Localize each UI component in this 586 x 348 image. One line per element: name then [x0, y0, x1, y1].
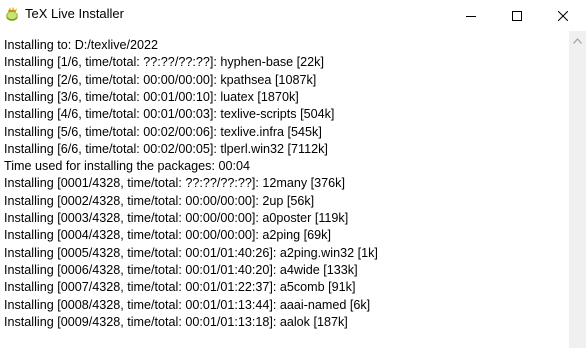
log-line: Installing [0007/4328, time/total: 00:01…: [4, 280, 356, 295]
install-log[interactable]: Installing to: D:/texlive/2022 Installin…: [0, 36, 569, 348]
minimize-icon: [466, 11, 476, 21]
log-line: Time used for installing the packages: 0…: [4, 159, 250, 174]
log-line: Installing [0008/4328, time/total: 00:01…: [4, 297, 371, 312]
minimize-button[interactable]: [448, 0, 494, 31]
scroll-up-arrow-icon: [573, 31, 582, 49]
log-line: Installing [0001/4328, time/total: ??:??…: [4, 176, 345, 191]
log-line: Installing [1/6, time/total: ??:??/??:??…: [4, 55, 324, 70]
log-line: Installing [4/6, time/total: 00:01/00:03…: [4, 107, 335, 122]
log-line: Installing [0002/4328, time/total: 00:00…: [4, 193, 315, 208]
log-line: Installing [0005/4328, time/total: 00:01…: [4, 245, 378, 260]
log-line: Installing to: D:/texlive/2022: [4, 38, 159, 52]
close-icon: [558, 10, 568, 21]
log-line: Installing [0004/4328, time/total: 00:00…: [4, 228, 331, 243]
log-line: Installing [5/6, time/total: 00:02/00:06…: [4, 124, 322, 139]
maximize-icon: [512, 10, 522, 21]
installer-window: TeX Live Installer Installing to: D:/tex…: [0, 0, 586, 348]
window-title: TeX Live Installer: [25, 6, 124, 21]
log-line: Installing [6/6, time/total: 00:02/00:05…: [4, 141, 328, 156]
log-line: Installing [0003/4328, time/total: 00:00…: [4, 211, 349, 225]
close-button[interactable]: [540, 0, 586, 31]
log-line: Installing [2/6, time/total: 00:00/00:00…: [4, 72, 317, 87]
vertical-scrollbar[interactable]: [569, 31, 586, 348]
log-line: Installing [0006/4328, time/total: 00:01…: [4, 262, 358, 277]
log-line: Installing [0009/4328, time/total: 00:01…: [4, 314, 348, 329]
scroll-up-button[interactable]: [569, 31, 586, 48]
log-line: Installing [3/6, time/total: 00:01/00:10…: [4, 89, 299, 104]
title-bar[interactable]: TeX Live Installer: [0, 0, 586, 31]
maximize-button[interactable]: [494, 0, 540, 31]
tex-live-app-icon: [4, 6, 20, 22]
